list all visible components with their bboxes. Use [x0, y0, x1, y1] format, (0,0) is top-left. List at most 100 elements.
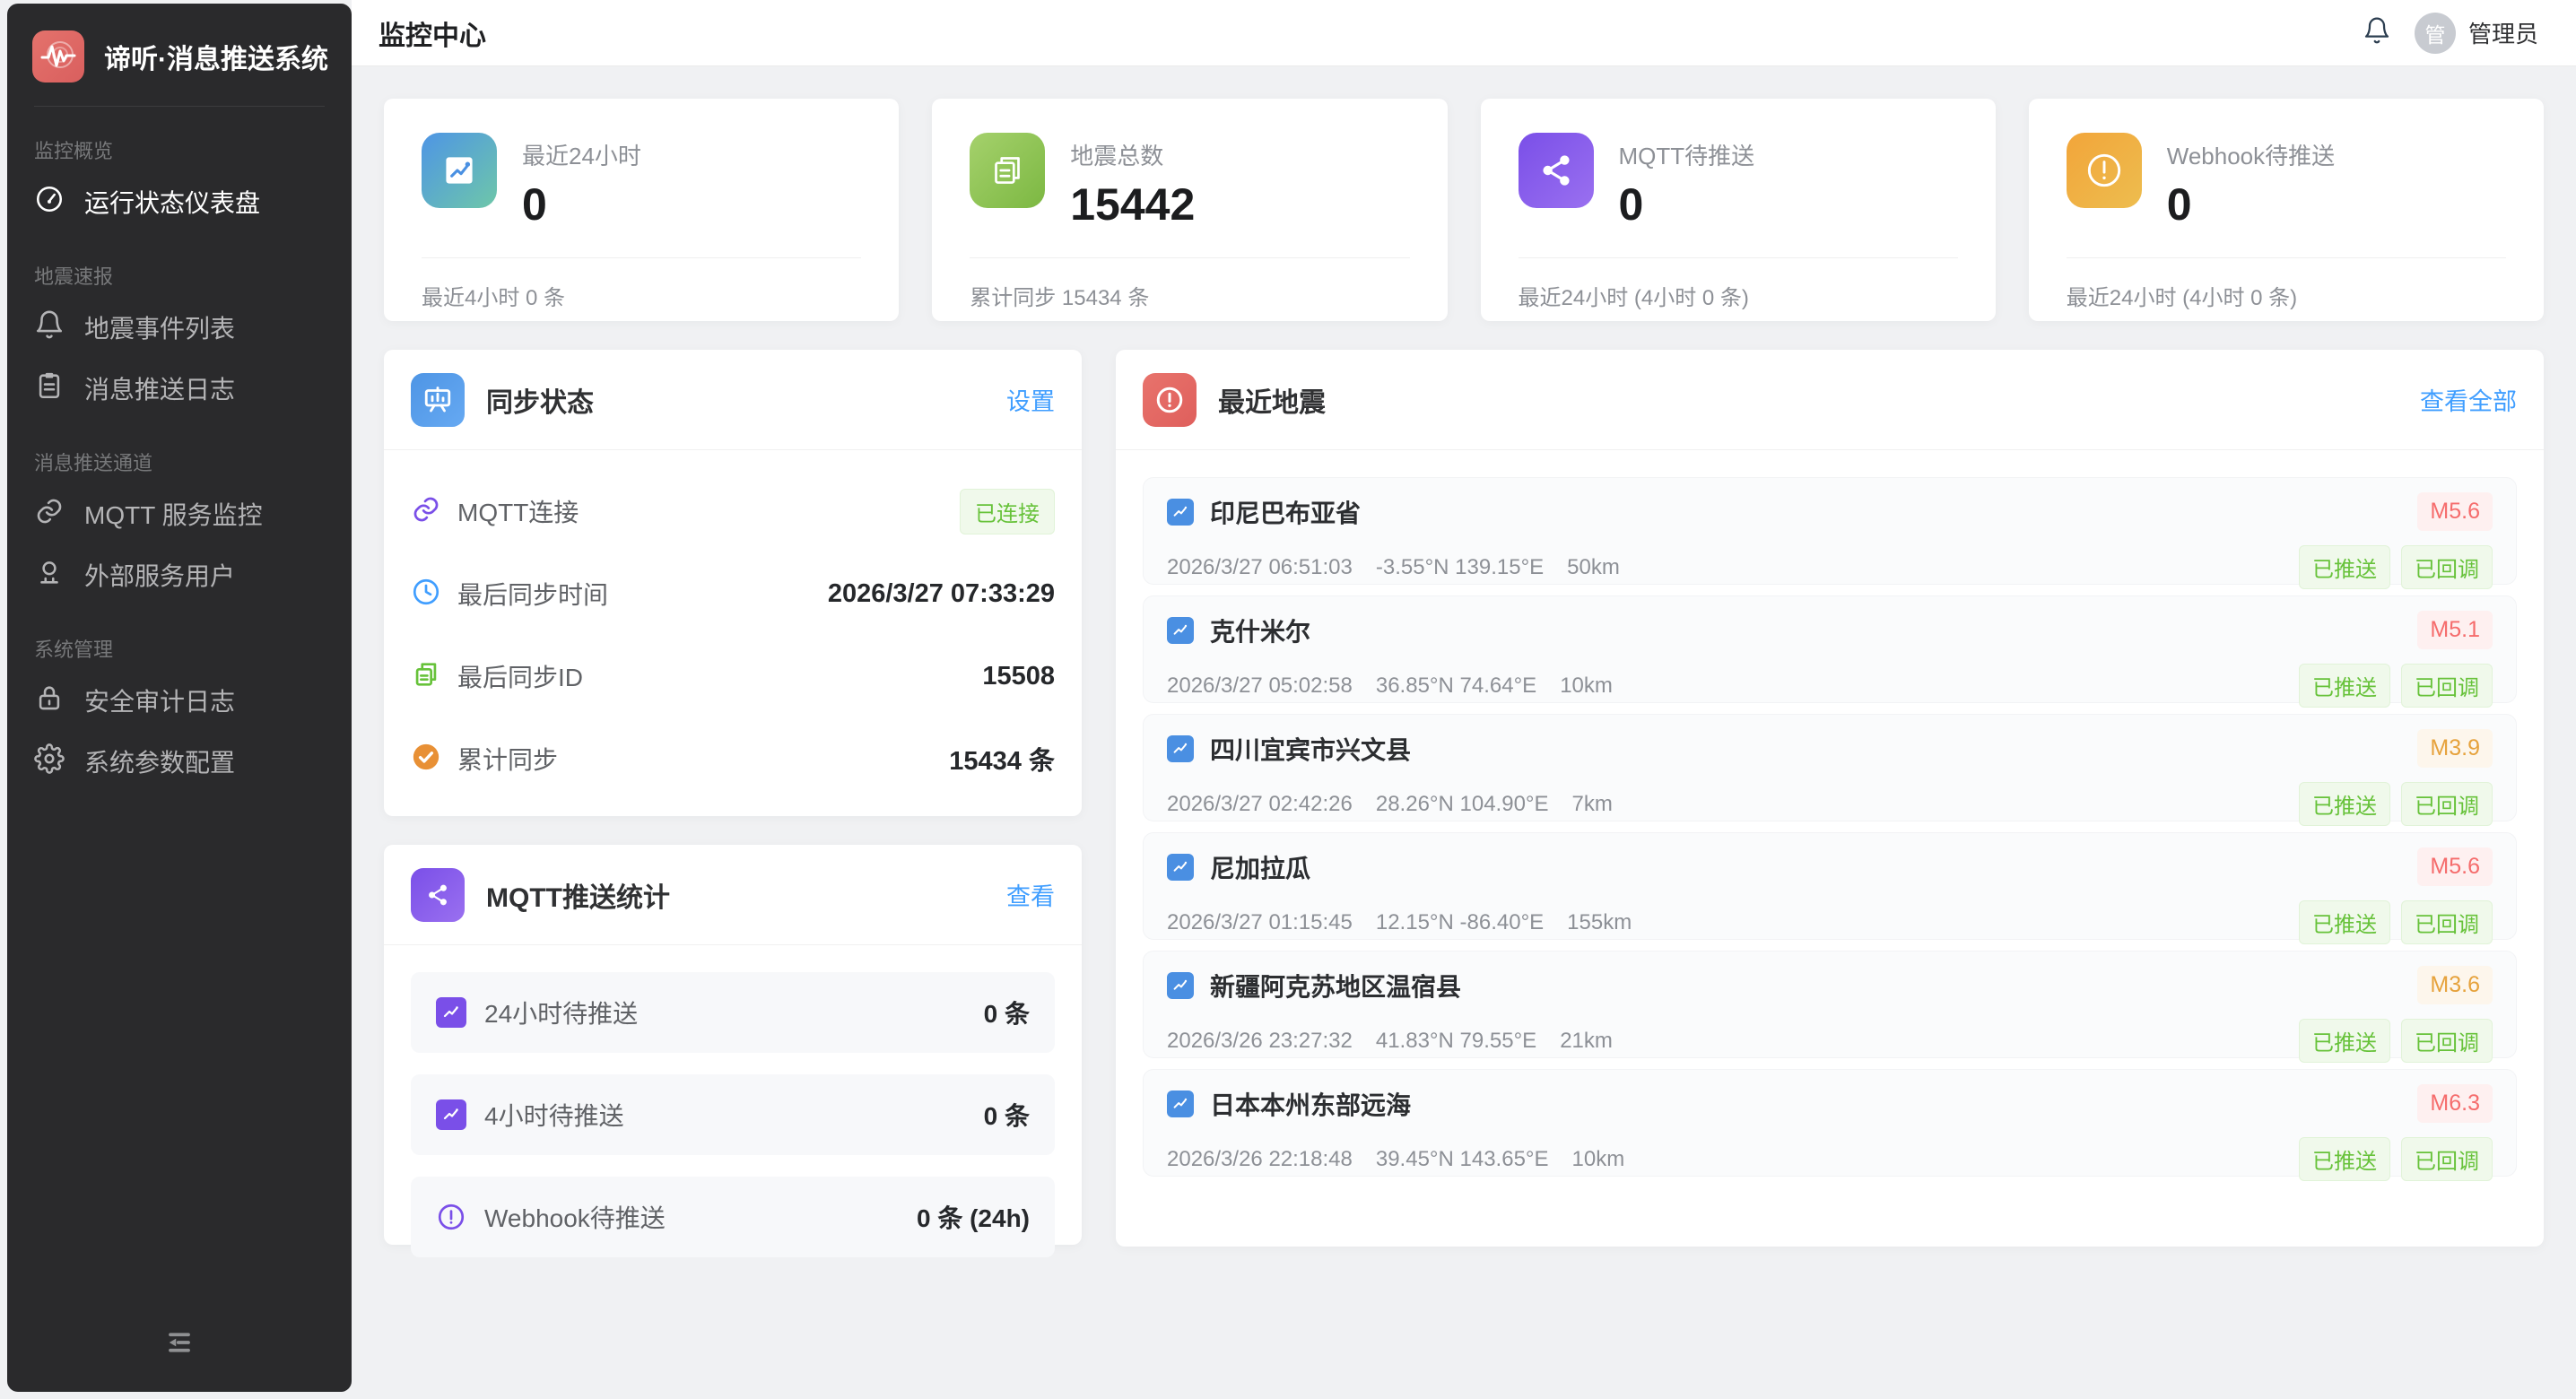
- callback-tag: 已回调: [2401, 782, 2493, 826]
- mqtt-row-label: 4小时待推送: [484, 1097, 624, 1133]
- quake-list-item[interactable]: 新疆阿克苏地区温宿县 M3.6 2026/3/26 23:27:32 41.83…: [1143, 951, 2517, 1058]
- quake-time: 2026/3/27 02:42:26: [1167, 792, 1353, 817]
- mqtt-row-value: 0 条 (24h): [917, 1199, 1030, 1235]
- quake-trend-icon: [1167, 1091, 1194, 1117]
- quake-trend-icon: [1167, 854, 1194, 881]
- stat-card-mqtt-pending: MQTT待推送 0 最近24小时 (4小时 0 条): [1481, 99, 1996, 321]
- sidebar-item-external-users[interactable]: 外部服务用户: [7, 544, 352, 605]
- mqtt-row-4h: 4小时待推送 0 条: [411, 1074, 1055, 1155]
- callback-tag: 已回调: [2401, 664, 2493, 708]
- sidebar-item-audit-log[interactable]: 安全审计日志: [7, 670, 352, 731]
- sidebar-item-system-config[interactable]: 系统参数配置: [7, 731, 352, 792]
- app-logo: 谛听·消息推送系统: [7, 4, 352, 106]
- quake-name: 新疆阿克苏地区温宿县: [1210, 968, 1461, 1004]
- mqtt-row-24h: 24小时待推送 0 条: [411, 972, 1055, 1053]
- user-menu[interactable]: 管 管理员: [2415, 13, 2538, 54]
- avatar: 管: [2415, 13, 2456, 54]
- gear-icon: [34, 743, 65, 780]
- quake-list-item[interactable]: 尼加拉瓜 M5.6 2026/3/27 01:15:45 12.15°N -86…: [1143, 832, 2517, 940]
- sidebar-item-label: 地震事件列表: [84, 309, 235, 345]
- magnitude-badge: M6.3: [2417, 1084, 2493, 1123]
- mqtt-stats-view-link[interactable]: 查看: [1006, 877, 1055, 912]
- trend-chart-icon: [422, 133, 497, 208]
- magnitude-badge: M5.6: [2417, 492, 2493, 531]
- stat-label: Webhook待推送: [2167, 133, 2335, 171]
- quake-trend-icon: [1167, 617, 1194, 644]
- sync-row-label: 累计同步: [457, 741, 558, 777]
- share-icon: [411, 868, 465, 922]
- quake-depth: 7km: [1572, 792, 1613, 817]
- bell-icon: [34, 309, 65, 346]
- view-all-link[interactable]: 查看全部: [2420, 382, 2517, 417]
- documents-icon: [970, 133, 1045, 208]
- quake-depth: 50km: [1567, 555, 1620, 580]
- link-icon: [34, 496, 65, 533]
- quake-time: 2026/3/27 01:15:45: [1167, 910, 1353, 935]
- pushed-tag: 已推送: [2299, 782, 2390, 826]
- user-name: 管理员: [2468, 16, 2538, 49]
- quake-list-item[interactable]: 印尼巴布亚省 M5.6 2026/3/27 06:51:03 -3.55°N 1…: [1143, 477, 2517, 585]
- alert-circle-icon: [1143, 373, 1197, 427]
- user-icon: [34, 557, 65, 594]
- stat-card-last-24h: 最近24小时 0 最近4小时 0 条: [384, 99, 899, 321]
- stat-card-webhook-pending: Webhook待推送 0 最近24小时 (4小时 0 条): [2029, 99, 2544, 321]
- quake-name: 四川宜宾市兴文县: [1210, 731, 1411, 767]
- magnitude-badge: M3.9: [2417, 729, 2493, 768]
- stat-value: 15442: [1070, 178, 1195, 230]
- connection-status-badge: 已连接: [960, 489, 1055, 534]
- sidebar-item-quake-events[interactable]: 地震事件列表: [7, 297, 352, 358]
- sync-row-last-sync-time: 最后同步时间 2026/3/27 07:33:29: [411, 552, 1055, 635]
- sidebar-item-label: 运行状态仪表盘: [84, 184, 260, 220]
- avatar-text: 管: [2424, 18, 2445, 48]
- pushed-tag: 已推送: [2299, 664, 2390, 708]
- sync-row-mqtt-connection: MQTT连接 已连接: [411, 470, 1055, 552]
- quake-trend-icon: [1167, 499, 1194, 526]
- quake-trend-icon: [1167, 735, 1194, 762]
- clipboard-icon: [34, 370, 65, 407]
- sidebar-item-label: 外部服务用户: [84, 557, 235, 593]
- trend-icon: [436, 1099, 466, 1130]
- sync-row-label: 最后同步ID: [457, 658, 583, 694]
- quake-coords: -3.55°N 139.15°E: [1376, 555, 1544, 580]
- collapse-sidebar-icon[interactable]: [161, 1325, 197, 1365]
- mqtt-row-webhook: Webhook待推送 0 条 (24h): [411, 1177, 1055, 1257]
- sidebar-item-dashboard[interactable]: 运行状态仪表盘: [7, 171, 352, 232]
- quake-coords: 28.26°N 104.90°E: [1376, 792, 1549, 817]
- quake-time: 2026/3/26 22:18:48: [1167, 1147, 1353, 1172]
- quake-list-item[interactable]: 日本本州东部远海 M6.3 2026/3/26 22:18:48 39.45°N…: [1143, 1069, 2517, 1177]
- quake-name: 印尼巴布亚省: [1210, 494, 1361, 530]
- stat-footer: 最近4小时 0 条: [422, 258, 861, 333]
- quake-coords: 36.85°N 74.64°E: [1376, 673, 1536, 699]
- stat-footer: 累计同步 15434 条: [970, 258, 1409, 333]
- stat-card-quake-total: 地震总数 15442 累计同步 15434 条: [932, 99, 1447, 321]
- quake-coords: 41.83°N 79.55°E: [1376, 1029, 1536, 1054]
- sidebar-item-push-log[interactable]: 消息推送日志: [7, 358, 352, 419]
- magnitude-badge: M5.6: [2417, 847, 2493, 886]
- last-sync-time-value: 2026/3/27 07:33:29: [828, 579, 1055, 609]
- stat-value: 0: [522, 178, 641, 230]
- pushed-tag: 已推送: [2299, 1019, 2390, 1063]
- callback-tag: 已回调: [2401, 545, 2493, 589]
- app-title: 谛听·消息推送系统: [104, 37, 328, 76]
- quake-time: 2026/3/27 06:51:03: [1167, 555, 1353, 580]
- lock-icon: [34, 682, 65, 719]
- notification-bell-icon[interactable]: [2363, 16, 2391, 49]
- stat-value: 0: [2167, 178, 2335, 230]
- stat-footer: 最近24小时 (4小时 0 条): [1519, 258, 1958, 333]
- sidebar-item-mqtt-monitor[interactable]: MQTT 服务监控: [7, 483, 352, 544]
- sync-status-title: 同步状态: [486, 380, 594, 420]
- quake-time: 2026/3/27 05:02:58: [1167, 673, 1353, 699]
- quake-list-item[interactable]: 四川宜宾市兴文县 M3.9 2026/3/27 02:42:26 28.26°N…: [1143, 714, 2517, 821]
- pushed-tag: 已推送: [2299, 900, 2390, 944]
- quake-depth: 21km: [1560, 1029, 1613, 1054]
- recent-quakes-card: 最近地震 查看全部 印尼巴布亚省 M5.6: [1116, 350, 2544, 1247]
- callback-tag: 已回调: [2401, 1137, 2493, 1181]
- sync-settings-link[interactable]: 设置: [1006, 382, 1055, 417]
- quake-trend-icon: [1167, 972, 1194, 999]
- nav-section-system: 系统管理: [34, 634, 325, 663]
- clock-icon: [411, 577, 441, 612]
- share-icon: [1519, 133, 1594, 208]
- warning-icon: [436, 1202, 466, 1232]
- sidebar-nav: 监控概览 运行状态仪表盘 地震速报 地震事件列表: [7, 107, 352, 1301]
- quake-list-item[interactable]: 克什米尔 M5.1 2026/3/27 05:02:58 36.85°N 74.…: [1143, 595, 2517, 703]
